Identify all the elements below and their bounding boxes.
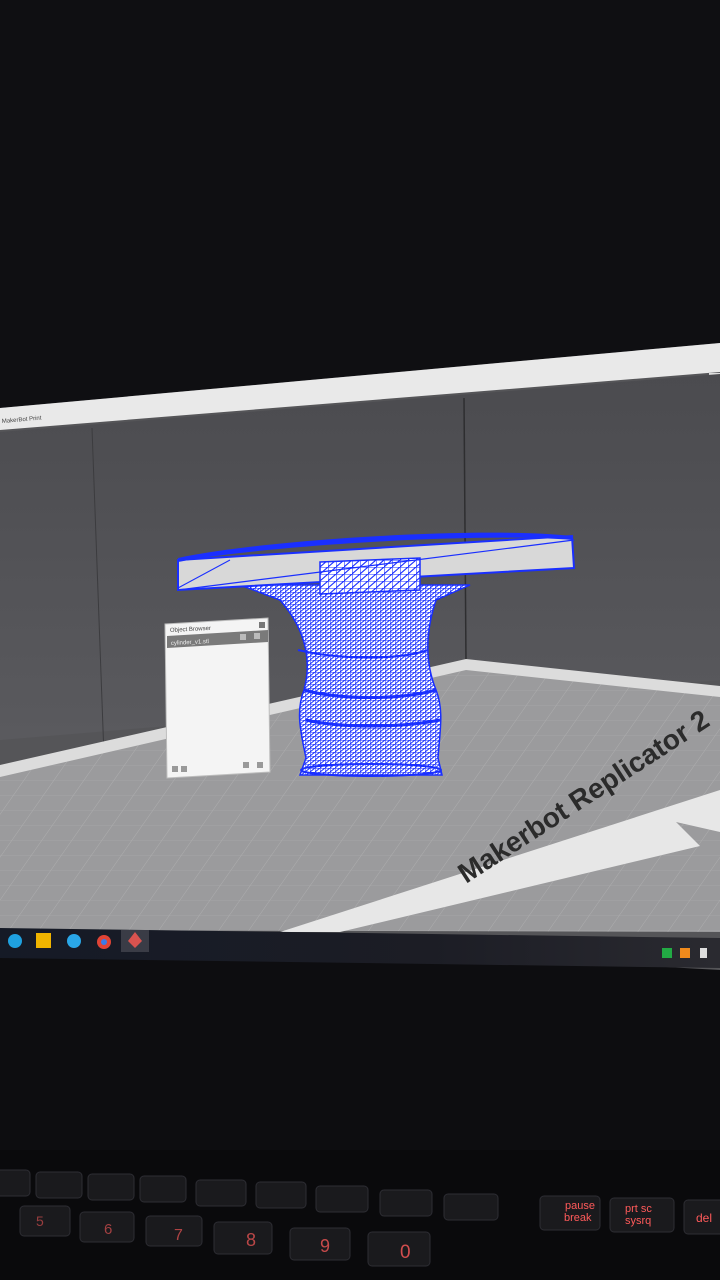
file-explorer-icon[interactable] [36,933,51,948]
key-7[interactable]: 7 [174,1227,183,1244]
add-object-icon[interactable] [172,766,178,772]
key-pause[interactable]: pause [565,1200,595,1212]
group-icon[interactable] [181,766,187,772]
tray-icon[interactable] [680,948,690,958]
key-6[interactable]: 6 [104,1221,112,1238]
cura-icon[interactable] [67,934,81,948]
key-prtsc[interactable]: prt sc [625,1203,652,1215]
key-5[interactable]: 5 [36,1213,44,1229]
svg-text:break: break [564,1212,592,1224]
monitor-screen: MakerBot Print Makerbot Replicator 2 Obj… [0,343,720,970]
panel-close-icon[interactable] [259,622,265,628]
key-9[interactable]: 9 [320,1236,330,1256]
delete-icon[interactable] [257,762,263,768]
lock-icon[interactable] [254,633,260,639]
visibility-icon[interactable] [240,634,246,640]
battery-icon[interactable] [700,948,707,958]
tray-icon[interactable] [662,948,672,958]
object-browser-panel: Object Browser cylinder_v1.stl [164,617,271,779]
key-0[interactable]: 0 [400,1242,411,1263]
key-8[interactable]: 8 [246,1230,256,1250]
edge-icon[interactable] [8,934,22,948]
svg-text:sysrq: sysrq [625,1215,651,1227]
laptop-keyboard: pause break prt sc sysrq del 5 6 7 8 9 0 [0,1150,720,1280]
photo-scene: MakerBot Print Makerbot Replicator 2 Obj… [0,0,720,1280]
copy-icon[interactable] [243,762,249,768]
key-del[interactable]: del [696,1211,712,1225]
